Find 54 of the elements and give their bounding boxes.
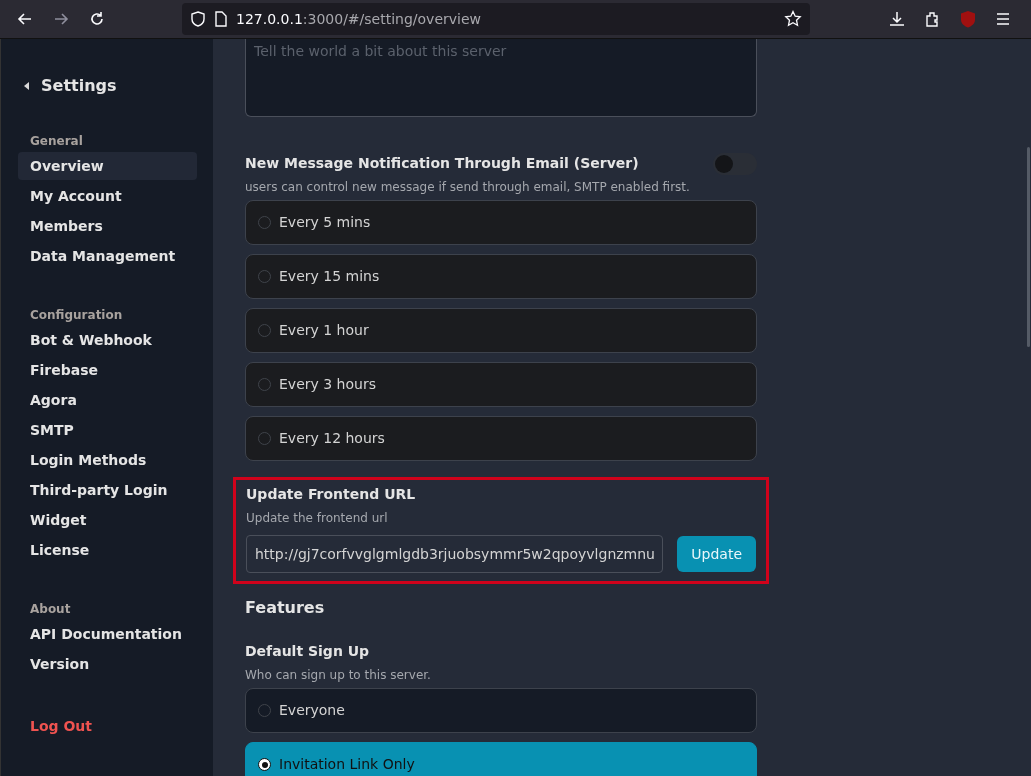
- reload-icon[interactable]: [88, 10, 106, 28]
- sidebar-item[interactable]: My Account: [18, 182, 197, 210]
- sidebar-heading: General: [29, 133, 84, 150]
- radio-option[interactable]: Everyone: [245, 688, 757, 733]
- sidebar-item[interactable]: Data Management: [18, 242, 197, 270]
- radio-option[interactable]: Every 3 hours: [245, 362, 757, 407]
- sidebar-item[interactable]: Third-party Login: [18, 476, 197, 504]
- option-label: Every 12 hours: [279, 429, 385, 448]
- shield-icon: [190, 11, 206, 27]
- radio-option[interactable]: Every 12 hours: [245, 416, 757, 461]
- setting-title: Update Frontend URL: [246, 485, 417, 504]
- option-label: Every 1 hour: [279, 321, 369, 340]
- radio-button[interactable]: [258, 758, 271, 771]
- download-icon[interactable]: [888, 10, 906, 28]
- address-bar[interactable]: 127.0.0.1:3000/#/setting/overview: [182, 3, 810, 35]
- sidebar-title: Settings: [41, 75, 117, 97]
- sidebar-item[interactable]: Widget: [18, 506, 197, 534]
- setting-description: Who can sign up to this server.: [245, 667, 432, 684]
- url-text: 127.0.0.1:3000/#/setting/overview: [236, 9, 482, 29]
- option-label: Invitation Link Only: [279, 755, 415, 774]
- option-label: Every 5 mins: [279, 213, 371, 232]
- sidebar-heading: Configuration: [29, 307, 124, 324]
- sidebar-item[interactable]: API Documentation: [18, 620, 197, 648]
- setting-description: users can control new message if send through email, SMTP enabled first.: [245, 179, 690, 196]
- sidebar-item[interactable]: Members: [18, 212, 197, 240]
- setting-title: Default Sign Up: [245, 642, 371, 661]
- option-label: Everyone: [279, 701, 345, 720]
- sidebar-item[interactable]: Overview: [18, 152, 197, 180]
- sidebar-item[interactable]: Bot & Webhook: [18, 326, 197, 354]
- setting-description: Update the frontend url: [246, 510, 389, 527]
- menu-icon[interactable]: [994, 10, 1012, 28]
- radio-option[interactable]: Every 5 mins: [245, 200, 757, 245]
- section-heading: Features: [245, 597, 326, 619]
- page-icon: [214, 11, 228, 27]
- radio-option[interactable]: Every 1 hour: [245, 308, 757, 353]
- sidebar-item[interactable]: SMTP: [18, 416, 197, 444]
- radio-option[interactable]: Every 15 mins: [245, 254, 757, 299]
- caret-left-icon[interactable]: [24, 82, 29, 90]
- option-label: Every 15 mins: [279, 267, 380, 286]
- option-label: Every 3 hours: [279, 375, 376, 394]
- placeholder-text: Tell the world a bit about this server: [254, 43, 507, 59]
- radio-option[interactable]: Invitation Link Only: [245, 742, 757, 776]
- log-out-link[interactable]: Log Out: [18, 716, 197, 737]
- sidebar-item[interactable]: Version: [18, 650, 197, 678]
- star-icon[interactable]: [784, 10, 802, 28]
- toggle-switch[interactable]: [713, 153, 757, 175]
- setting-title: New Message Notification Through Email (Server): [245, 154, 640, 173]
- sidebar-heading: About: [29, 601, 72, 618]
- scrollbar-thumb[interactable]: [1027, 147, 1030, 347]
- sidebar-item[interactable]: License: [18, 536, 197, 564]
- sidebar-item[interactable]: Agora: [18, 386, 197, 414]
- sidebar-item[interactable]: Login Methods: [18, 446, 197, 474]
- sidebar-item[interactable]: Firebase: [18, 356, 197, 384]
- url-input[interactable]: http://gj7corfvvglgmlgdb3rjuobsymmr5w2qpoyvlgnzmnu: [246, 535, 663, 573]
